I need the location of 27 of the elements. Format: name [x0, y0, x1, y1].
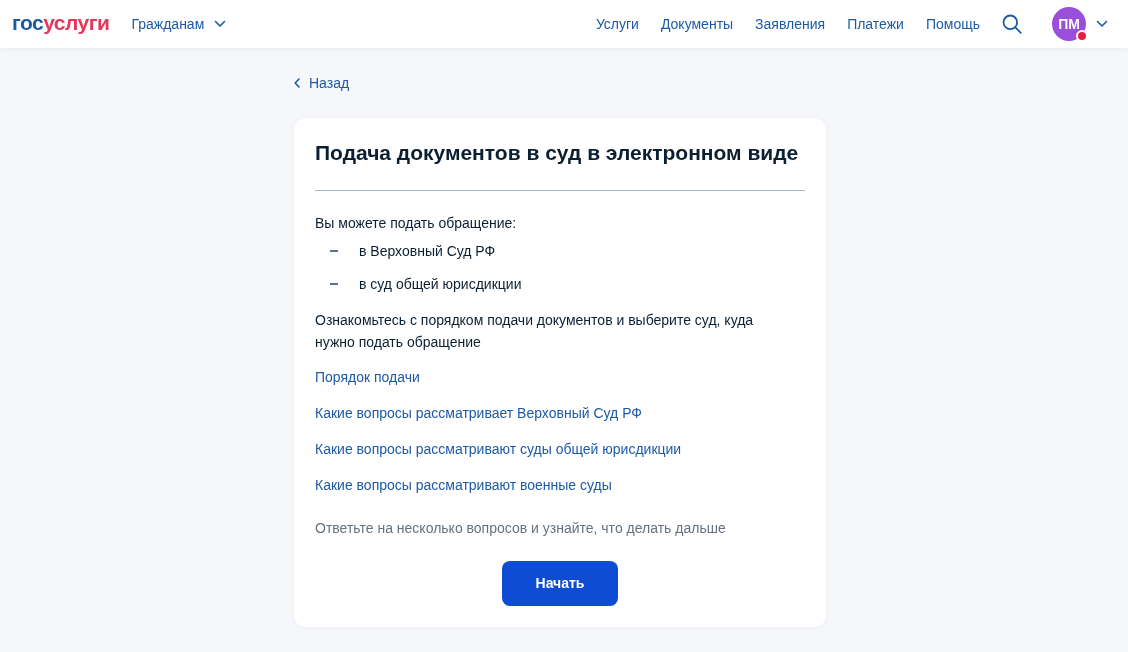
start-button[interactable]: Начать: [502, 561, 618, 606]
nav-link[interactable]: Услуги: [595, 13, 639, 35]
court-option: в Верховный Суд РФ: [359, 241, 496, 261]
hint-text: Ответьте на несколько вопросов и узнайте, что делать дальше: [315, 519, 727, 538]
info-link[interactable]: Какие вопросы рассматривают военные суды: [315, 475, 612, 495]
instructions-text: Ознакомьтесь с порядком подачи документов и выберите суд, куда нужно подать обращение: [315, 311, 755, 352]
court-option: в суд общей юрисдикции: [359, 274, 522, 294]
nav-link[interactable]: Платежи: [847, 13, 904, 35]
chevron-left-icon: [294, 78, 300, 88]
chevron-down-icon: [214, 20, 227, 28]
search-icon[interactable]: [1002, 14, 1022, 34]
dash-icon: [330, 283, 338, 285]
account-menu[interactable]: ПМ: [1052, 7, 1108, 41]
nav-link[interactable]: Заявления: [755, 13, 826, 35]
nav-link[interactable]: Помощь: [925, 13, 980, 35]
nav-link[interactable]: Документы: [660, 13, 734, 35]
dash-icon: [330, 250, 338, 252]
chevron-down-icon: [1096, 20, 1108, 28]
info-link[interactable]: Какие вопросы рассматривает Верховный Суд РФ: [315, 403, 642, 423]
back-link[interactable]: Назад: [294, 73, 350, 93]
avatar: ПМ: [1052, 7, 1086, 41]
site-logo[interactable]: госуслуги: [12, 12, 110, 36]
info-link[interactable]: Какие вопросы рассматривают суды общей юрисдикции: [315, 439, 682, 459]
page-title: Подача документов в суд в электронном виде: [315, 140, 800, 166]
audience-menu[interactable]: Гражданам: [131, 13, 227, 35]
info-link[interactable]: Порядок подачи: [315, 367, 420, 387]
intro-text: Вы можете подать обращение:: [315, 214, 518, 233]
